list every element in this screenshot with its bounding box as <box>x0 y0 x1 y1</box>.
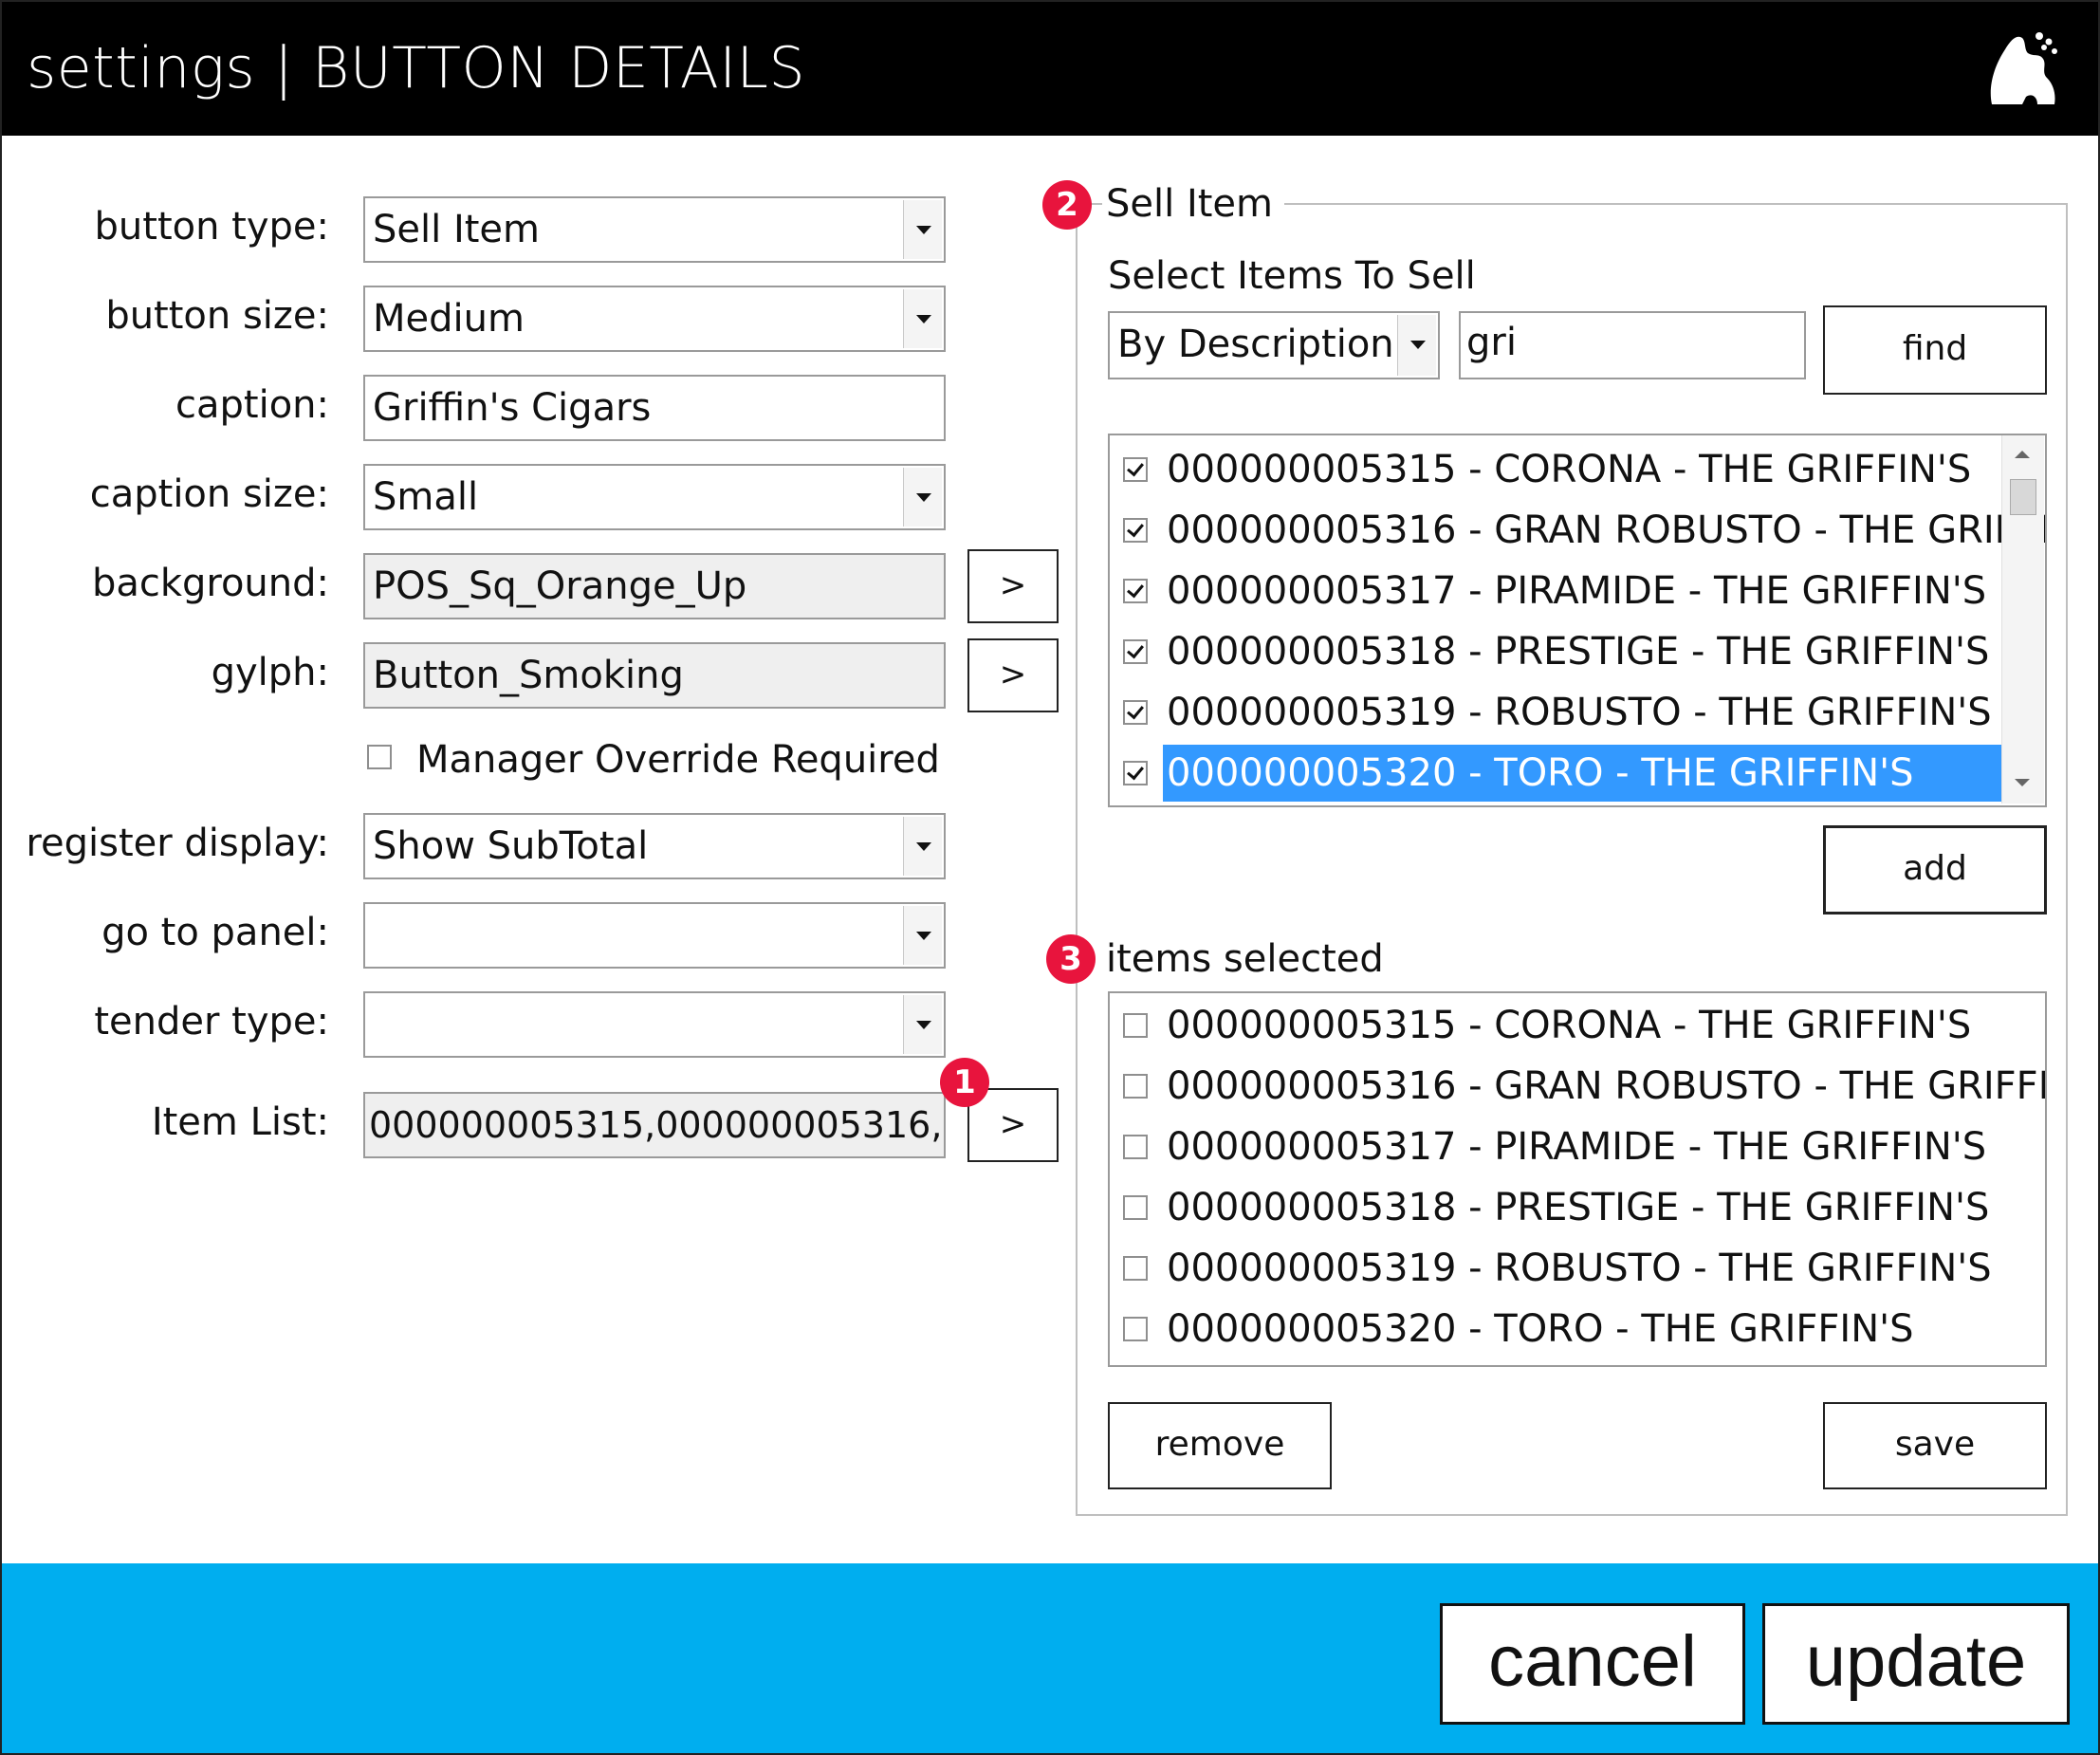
chevron-down-icon[interactable] <box>1397 315 1436 376</box>
search-results-list[interactable]: 000000005315 - CORONA - THE GRIFFIN'S 00… <box>1108 434 2047 807</box>
chevron-down-icon[interactable] <box>903 817 942 876</box>
item-checkbox[interactable] <box>1123 457 1148 482</box>
caption-size-label: caption size: <box>89 472 329 516</box>
item-list-field: 000000005315,000000005316,000 <box>363 1092 946 1158</box>
item-checkbox[interactable] <box>1123 700 1148 725</box>
caption-size-value: Small <box>373 475 479 519</box>
save-button[interactable]: save <box>1823 1402 2047 1489</box>
register-display-label: register display: <box>26 822 329 865</box>
button-type-label: button type: <box>94 205 329 249</box>
item-checkbox[interactable] <box>1123 1135 1148 1159</box>
add-button[interactable]: add <box>1823 825 2047 914</box>
item-checkbox[interactable] <box>1123 639 1148 664</box>
item-checkbox[interactable] <box>1123 1195 1148 1220</box>
button-type-select[interactable]: Sell Item <box>363 196 946 263</box>
find-button[interactable]: find <box>1823 305 2047 395</box>
glyph-browse-button[interactable]: > <box>967 638 1059 712</box>
caption-input[interactable]: Griffin's Cigars <box>363 375 946 441</box>
chevron-down-icon[interactable] <box>903 200 942 259</box>
item-checkbox[interactable] <box>1123 1256 1148 1281</box>
item-checkbox[interactable] <box>1123 1317 1148 1341</box>
chevron-down-icon[interactable] <box>903 995 942 1054</box>
item-list-label: Item List: <box>151 1100 329 1144</box>
register-display-select[interactable]: Show SubTotal <box>363 813 946 879</box>
manager-override-checkbox[interactable] <box>367 745 392 769</box>
manager-override-label: Manager Override Required <box>416 738 940 782</box>
results-scrollbar[interactable] <box>2001 435 2044 804</box>
button-size-select[interactable]: Medium <box>363 286 946 352</box>
button-size-value: Medium <box>373 297 525 341</box>
background-label: background: <box>91 562 329 605</box>
update-button[interactable]: update <box>1762 1603 2070 1725</box>
go-to-panel-label: go to panel: <box>101 911 329 954</box>
scroll-down-icon[interactable] <box>2015 779 2030 786</box>
chevron-down-icon[interactable] <box>903 468 942 526</box>
chevron-down-icon[interactable] <box>903 289 942 348</box>
caption-label: caption: <box>175 383 329 427</box>
background-field: POS_Sq_Orange_Up <box>363 553 946 619</box>
item-checkbox[interactable] <box>1123 1013 1148 1038</box>
page-title: settings | BUTTON DETAILS <box>27 35 806 102</box>
button-type-value: Sell Item <box>373 208 540 251</box>
glyph-field: Button_Smoking <box>363 642 946 709</box>
register-display-value: Show SubTotal <box>373 824 649 868</box>
item-checkbox[interactable] <box>1123 761 1148 785</box>
search-by-value: By Description <box>1117 323 1394 366</box>
caption-size-select[interactable]: Small <box>363 464 946 530</box>
background-browse-button[interactable]: > <box>967 549 1059 623</box>
cancel-button[interactable]: cancel <box>1440 1603 1745 1725</box>
callout-badge-1: 1 <box>940 1058 989 1107</box>
settings-window: settings | BUTTON DETAILS button type: S… <box>0 0 2100 1755</box>
remove-button[interactable]: remove <box>1108 1402 1332 1489</box>
go-to-panel-select[interactable] <box>363 902 946 969</box>
item-checkbox[interactable] <box>1123 518 1148 543</box>
title-bar: settings | BUTTON DETAILS <box>2 2 2098 136</box>
button-size-label: button size: <box>105 294 329 338</box>
scroll-thumb[interactable] <box>2010 479 2036 515</box>
callout-badge-3: 3 <box>1046 934 1096 984</box>
tender-type-select[interactable] <box>363 991 946 1058</box>
callout-badge-2: 2 <box>1042 180 1092 230</box>
chevron-down-icon[interactable] <box>903 906 942 965</box>
items-selected-list[interactable]: 000000005315 - CORONA - THE GRIFFIN'S 00… <box>1108 991 2047 1367</box>
tender-type-label: tender type: <box>94 1000 329 1044</box>
item-checkbox[interactable] <box>1123 1074 1148 1099</box>
squirrel-logo-icon <box>1990 32 2057 104</box>
scroll-up-icon[interactable] <box>2015 451 2030 458</box>
search-input[interactable]: gri <box>1459 311 1806 379</box>
select-items-label: Select Items To Sell <box>1108 254 1476 298</box>
items-selected-label: items selected <box>1106 937 1384 981</box>
glyph-label: gylph: <box>211 651 329 694</box>
sell-item-group-title: Sell Item <box>1102 182 1284 226</box>
search-by-select[interactable]: By Description <box>1108 311 1440 379</box>
item-checkbox[interactable] <box>1123 579 1148 603</box>
